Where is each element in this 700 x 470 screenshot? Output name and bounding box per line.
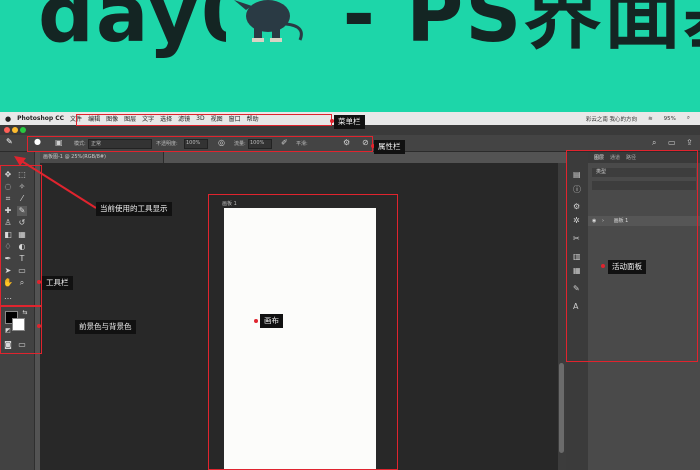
workspace-icon[interactable]: ▭: [668, 138, 676, 147]
canvas-highlight-box: [208, 194, 398, 470]
callout-canvas: 画布: [260, 314, 283, 328]
minimize-window-button[interactable]: [12, 127, 18, 133]
callout-colors: 前景色与背景色: [75, 320, 136, 334]
brush-tool-preset-icon[interactable]: ✎: [6, 137, 13, 146]
scrollbar-thumb[interactable]: [559, 363, 564, 453]
apple-icon[interactable]: ●: [5, 115, 11, 123]
panel-search-icon[interactable]: ⌕: [652, 138, 656, 148]
colors-highlight-box: [0, 306, 42, 354]
status-area: 彩云之南 我心的方向 ≋ 95% ⌕: [581, 112, 696, 125]
menubar-highlight-box: [76, 114, 332, 126]
now-playing-text: 彩云之南 我心的方向: [585, 116, 638, 123]
colors-callout-dot: [37, 324, 41, 328]
document-tab[interactable]: 画板图-1 @ 25%(RGB/8#): [40, 152, 164, 163]
panels-highlight-box: [566, 150, 698, 362]
canvas-callout-dot: [254, 319, 258, 323]
toolbar-callout-dot: [37, 280, 41, 284]
callout-panels: 活动面板: [608, 260, 646, 274]
callout-current-tool: 当前使用的工具显示: [96, 202, 172, 216]
close-window-button[interactable]: [4, 127, 10, 133]
share-icon[interactable]: ⇪: [686, 138, 693, 147]
battery-text: 95%: [663, 115, 676, 122]
vertical-scrollbar[interactable]: [558, 163, 566, 470]
optionsbar-highlight-box: [27, 136, 373, 152]
callout-menubar: 菜单栏: [334, 115, 365, 129]
banner-title: day01 - PS界面基础: [38, 0, 700, 60]
mascot-illustration: [226, 0, 316, 48]
wifi-icon[interactable]: ≋: [648, 116, 653, 122]
zoom-window-button[interactable]: [20, 127, 26, 133]
search-icon[interactable]: ⌕: [687, 115, 690, 122]
toolbar-highlight-box: [0, 165, 42, 306]
header-banner: day01 - PS界面基础: [0, 0, 700, 112]
app-name[interactable]: Photoshop CC: [17, 115, 64, 122]
callout-toolbar: 工具栏: [42, 276, 73, 290]
callout-optionsbar: 属性栏: [374, 140, 405, 154]
panels-callout-dot: [601, 264, 605, 268]
